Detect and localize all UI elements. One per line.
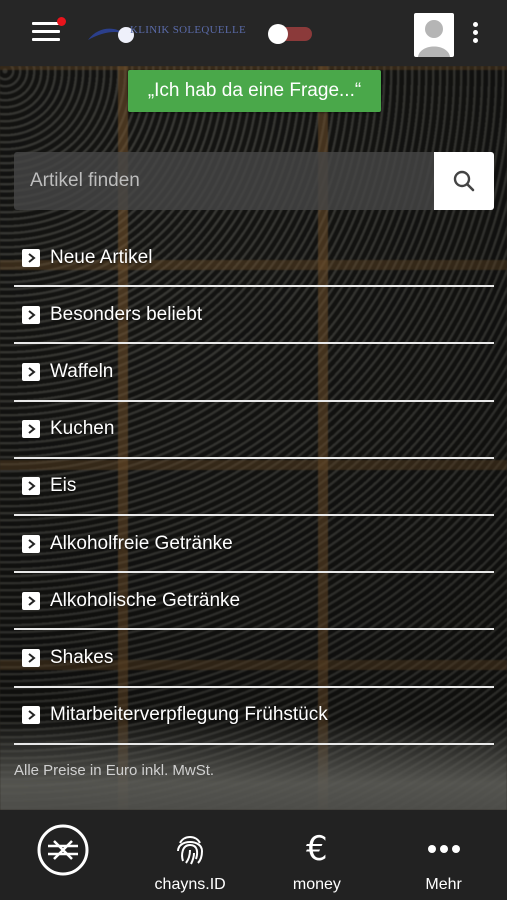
chevron-right-icon [22, 648, 40, 667]
chevron-right-icon [22, 305, 40, 324]
chevron-right-icon [22, 591, 40, 610]
search-button[interactable] [434, 152, 494, 210]
chevron-right-icon [22, 534, 40, 553]
category-item-kuchen[interactable]: Kuchen [14, 402, 494, 459]
chevron-right-icon [22, 706, 40, 725]
nav-label: Mehr [425, 876, 462, 893]
category-label: Mitarbeiterverpflegung Frühstück [50, 704, 328, 726]
toggle-switch[interactable] [268, 24, 314, 44]
nav-item-mehr[interactable]: Mehr [380, 810, 507, 900]
search-bar [14, 152, 494, 210]
search-icon [453, 170, 475, 192]
search-input[interactable] [14, 152, 434, 210]
nav-item-money[interactable]: € money [254, 810, 381, 900]
nav-label: money [292, 876, 341, 893]
chayns-logo-icon [37, 824, 89, 876]
top-bar: KLINIK SOLEQUELLE [0, 0, 507, 66]
ask-question-button[interactable]: „Ich hab da eine Frage...“ [128, 70, 381, 112]
category-label: Waffeln [50, 360, 114, 382]
euro-icon: € [306, 829, 328, 869]
category-item-besonders-beliebt[interactable]: Besonders beliebt [14, 287, 494, 345]
chevron-right-icon [22, 362, 40, 381]
category-item-alkoholische-getraenke[interactable]: Alkoholische Getränke [14, 573, 494, 631]
fingerprint-icon [177, 836, 204, 865]
chevron-right-icon [22, 248, 40, 267]
nav-item-chayns-id[interactable]: chayns.ID [127, 810, 254, 900]
category-label: Besonders beliebt [50, 303, 203, 325]
site-logo[interactable]: KLINIK SOLEQUELLE [86, 20, 261, 48]
category-item-waffeln[interactable]: Waffeln [14, 344, 494, 402]
category-label: Eis [50, 475, 77, 497]
category-item-alkoholfreie-getraenke[interactable]: Alkoholfreie Getränke [14, 516, 494, 574]
category-item-neue-artikel[interactable]: Neue Artikel [14, 230, 494, 288]
avatar-icon[interactable] [414, 13, 454, 57]
chevron-right-icon [22, 420, 40, 439]
category-item-shakes[interactable]: Shakes [14, 630, 494, 688]
category-item-mitarbeiterverpflegung[interactable]: Mitarbeiterverpflegung Frühstück [14, 688, 494, 745]
category-label: Neue Artikel [50, 246, 153, 268]
category-label: Alkoholische Getränke [50, 589, 241, 611]
nav-item-chayns[interactable] [0, 810, 127, 900]
bottom-navigation: chayns.ID € money Mehr [0, 810, 507, 900]
logo-text: KLINIK SOLEQUELLE [130, 24, 246, 36]
kebab-menu-icon[interactable] [470, 22, 480, 46]
hamburger-menu-icon[interactable] [32, 17, 66, 44]
category-label: Alkoholfreie Getränke [50, 532, 233, 554]
category-item-eis[interactable]: Eis [14, 459, 494, 516]
nav-label: chayns.ID [154, 876, 226, 893]
notification-dot [57, 17, 66, 26]
prices-note: Alle Preise in Euro inkl. MwSt. [14, 762, 215, 779]
category-label: Shakes [50, 646, 114, 668]
category-list: Neue Artikel Besonders beliebt Waffeln K… [14, 230, 494, 745]
category-label: Kuchen [50, 418, 115, 440]
chevron-right-icon [22, 477, 40, 496]
more-dots-icon [427, 845, 460, 853]
